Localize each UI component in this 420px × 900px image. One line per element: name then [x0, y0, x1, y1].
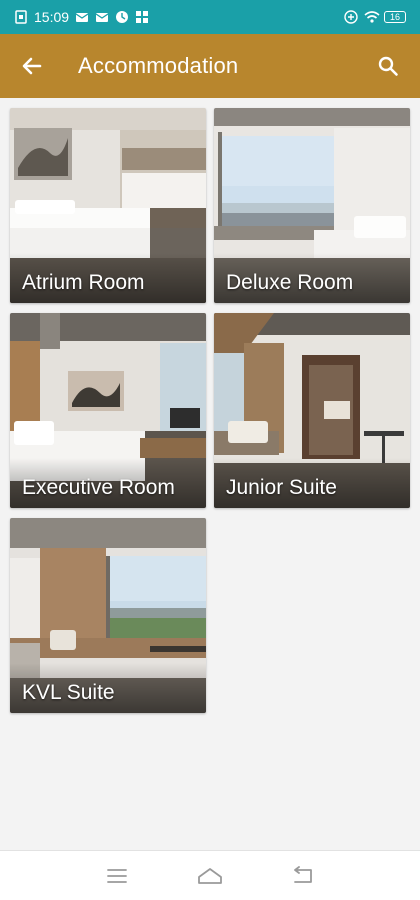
system-nav-bar	[0, 850, 420, 900]
arrow-left-icon[interactable]	[16, 50, 48, 82]
room-name: Atrium Room	[22, 271, 145, 294]
status-right: 16	[344, 10, 406, 24]
room-name: Deluxe Room	[226, 271, 354, 294]
room-card-executive[interactable]: Executive Room	[10, 313, 206, 508]
search-icon[interactable]	[372, 50, 404, 82]
room-card-kvl[interactable]: KVL Suite	[10, 518, 206, 713]
status-left: 15:09	[14, 9, 149, 25]
page-title: Accommodation	[78, 53, 239, 78]
room-card-atrium[interactable]: Atrium Room	[10, 108, 206, 303]
room-card-deluxe[interactable]: Deluxe Room	[214, 108, 410, 303]
status-bar: 15:09 16	[0, 0, 420, 34]
grid-icon	[135, 10, 149, 24]
back-icon[interactable]	[288, 861, 318, 891]
status-time: 15:09	[34, 9, 70, 25]
vibrate-icon	[344, 10, 358, 24]
battery-icon: 16	[384, 11, 406, 23]
room-list: Atrium Room Deluxe Room Executive Room J…	[0, 98, 420, 850]
room-name: Executive Room	[22, 476, 175, 499]
app-bar: Accommodation	[0, 34, 420, 98]
menu-icon[interactable]	[102, 861, 132, 891]
room-card-junior[interactable]: Junior Suite	[214, 313, 410, 508]
file-icon	[14, 10, 28, 24]
mail-icon	[75, 10, 89, 24]
room-name: Junior Suite	[226, 476, 337, 499]
clock-icon	[115, 10, 129, 24]
wifi-icon	[364, 10, 380, 24]
home-icon[interactable]	[195, 861, 225, 891]
room-name: KVL Suite	[22, 681, 115, 704]
room-grid: Atrium Room Deluxe Room Executive Room J…	[10, 108, 410, 713]
mail-icon	[95, 10, 109, 24]
